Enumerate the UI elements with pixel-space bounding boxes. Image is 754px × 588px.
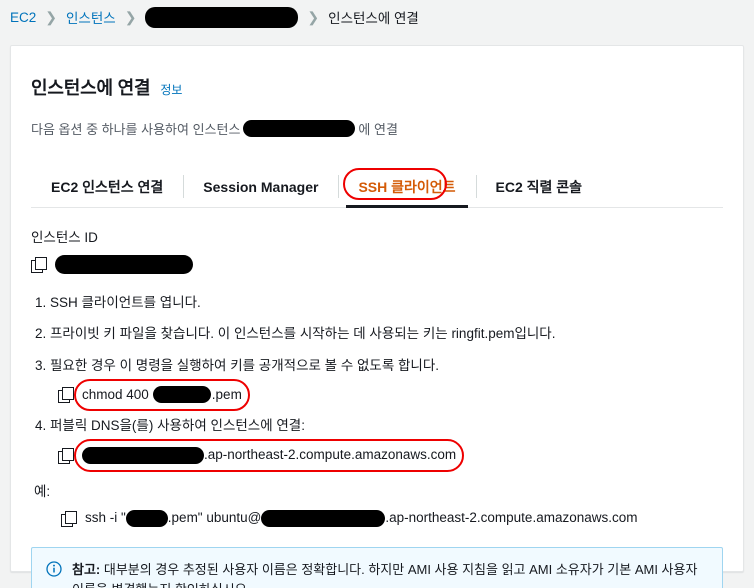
card-subtitle-instance-redacted [243,120,356,138]
copy-icon[interactable] [58,387,74,404]
example-label: 예: [34,483,51,499]
card-header: 인스턴스에 연결 정보 다음 옵션 중 하나를 사용하여 인스턴스 에 연결 [11,46,743,148]
tab-bar: EC2 인스턴스 연결 Session Manager SSH 클라이언트 EC… [31,166,723,209]
step-2-text: 프라이빗 키 파일을 찾습니다. 이 인스턴스를 시작하는 데 사용되는 키는 … [50,326,556,342]
dns-host-redacted [82,446,204,464]
example-command-suffix: .ap-northeast-2.compute.amazonaws.com [385,509,638,525]
chmod-command[interactable]: chmod 400 .pem [74,378,250,412]
chmod-key-redacted [152,386,211,404]
connect-to-instance-page: EC2 ❯ 인스턴스 ❯ ❯ 인스턴스에 연결 인스턴스에 연결 정보 다음 옵… [0,0,754,588]
connect-card: 인스턴스에 연결 정보 다음 옵션 중 하나를 사용하여 인스턴스 에 연결 E… [10,45,744,588]
breadcrumb-separator-icon: ❯ [307,8,320,25]
example-command: ssh -i " .pem" ubuntu@ .ap-northeast-2.com… [85,509,638,527]
ssh-steps-list: SSH 클라이언트를 엽니다. 프라이빗 키 파일을 찾습니다. 이 인스턴스를… [31,293,723,472]
instance-id-label: 인스턴스 ID [31,230,98,246]
dns-command-suffix: .ap-northeast-2.compute.amazonaws.com [204,447,457,463]
example-command-prefix: ssh -i " [85,509,126,525]
info-alert: 참고: 대부분의 경우 추정된 사용자 이름은 정확합니다. 하지만 AMI 사… [31,546,723,588]
chmod-command-suffix: .pem [211,386,242,402]
chmod-command-row: chmod 400 .pem [58,378,723,412]
instance-id-row [31,255,723,275]
copy-icon[interactable] [58,447,74,464]
step-4-text: 퍼블릭 DNS을(를) 사용하여 인스턴스에 연결: [50,418,305,434]
page-title: 인스턴스에 연결 [31,78,151,99]
list-item: 프라이빗 키 파일을 찾습니다. 이 인스턴스를 시작하는 데 사용되는 키는 … [50,324,723,344]
example-host-redacted [261,509,386,527]
info-link[interactable]: 정보 [160,81,182,98]
list-item: 퍼블릭 DNS을(를) 사용하여 인스턴스에 연결: .ap-northeast… [50,416,723,472]
chmod-command-prefix: chmod 400 [82,386,149,402]
breadcrumb-item-instances[interactable]: 인스턴스 [66,7,116,27]
dns-command[interactable]: .ap-northeast-2.compute.amazonaws.com [74,439,465,472]
list-item: 필요한 경우 이 명령을 실행하여 키를 공개적으로 볼 수 없도록 합니다. … [50,356,723,412]
example-command-row: ssh -i " .pem" ubuntu@ .ap-northeast-2.com… [61,509,723,527]
example-key-redacted [125,509,168,527]
tab-ec2-instance-connect[interactable]: EC2 인스턴스 연결 [31,166,183,207]
card-title-row: 인스턴스에 연결 정보 [31,62,723,112]
card-subtitle-after: 에 연결 [358,122,398,138]
copy-icon[interactable] [31,257,47,274]
step-3-text: 필요한 경우 이 명령을 실행하여 키를 공개적으로 볼 수 없도록 합니다. [50,357,440,373]
copy-icon[interactable] [61,510,77,527]
breadcrumb-item-ec2[interactable]: EC2 [10,10,36,25]
tab-session-manager[interactable]: Session Manager [183,166,338,207]
breadcrumb-separator-icon: ❯ [124,8,137,25]
card-subtitle-before: 다음 옵션 중 하나를 사용하여 인스턴스 [31,122,241,138]
tab-ec2-serial-console[interactable]: EC2 직렬 콘솔 [475,166,603,207]
instance-id-value-redacted [55,255,193,275]
example-command-mid: .pem" ubuntu@ [167,509,262,525]
card-subtitle: 다음 옵션 중 하나를 사용하여 인스턴스 에 연결 [31,119,723,138]
dns-command-row: .ap-northeast-2.compute.amazonaws.com [58,439,723,472]
breadcrumb: EC2 ❯ 인스턴스 ❯ ❯ 인스턴스에 연결 [10,4,419,30]
breadcrumb-separator-icon: ❯ [45,8,57,25]
tab-ssh-client[interactable]: SSH 클라이언트 [338,166,475,209]
alert-text: 참고: 대부분의 경우 추정된 사용자 이름은 정확합니다. 하지만 AMI 사… [72,560,708,588]
card-body: 인스턴스 ID SSH 클라이언트를 엽니다. 프라이빗 키 파일을 찾습니다.… [11,208,743,527]
breadcrumb-item-current: 인스턴스에 연결 [328,11,419,26]
step-1-text: SSH 클라이언트를 엽니다. [50,295,201,311]
breadcrumb-item-instance-id-redacted[interactable] [145,6,299,28]
list-item: SSH 클라이언트를 엽니다. [50,293,723,313]
alert-strong-label: 참고: [72,561,101,577]
info-circle-icon [46,560,62,588]
alert-body-text: 대부분의 경우 추정된 사용자 이름은 정확합니다. 하지만 AMI 사용 지침… [72,561,698,588]
